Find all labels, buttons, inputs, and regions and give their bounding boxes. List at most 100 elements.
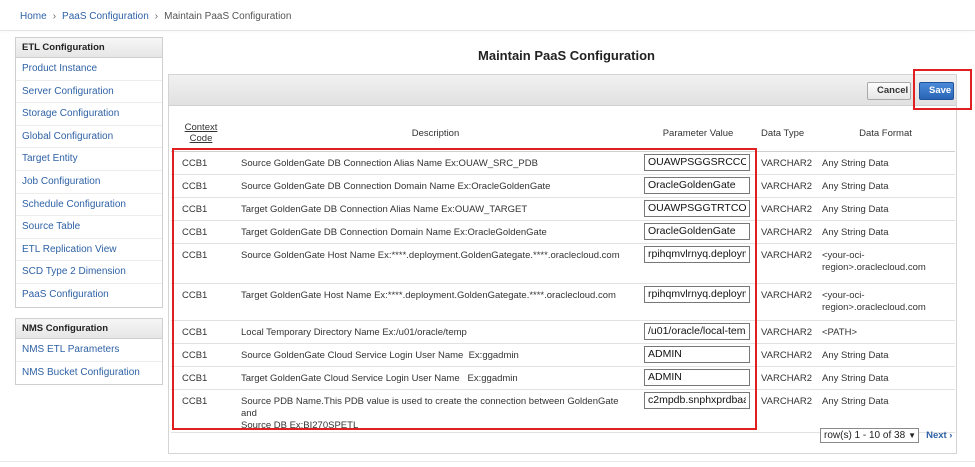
nms-configuration-panel: NMS Configuration NMS ETL Parameters NMS…	[15, 318, 163, 386]
save-button[interactable]: Save	[919, 82, 954, 100]
context-code-cell: CCB1	[171, 389, 231, 433]
data-format-cell: Any String Data	[816, 389, 955, 433]
parameter-value-input[interactable]	[644, 368, 750, 386]
sidebar-item-job-configuration[interactable]: Job Configuration	[16, 171, 162, 194]
sidebar-item-product-instance[interactable]: Product Instance	[16, 58, 162, 81]
column-header-data-format: Data Format	[816, 116, 955, 152]
table-row: CCB1 Source GoldenGate DB Connection Ali…	[171, 151, 955, 175]
sidebar-item-target-entity[interactable]: Target Entity	[16, 148, 162, 171]
data-type-cell: VARCHAR2	[756, 151, 816, 175]
sidebar-item-paas-configuration[interactable]: PaaS Configuration	[16, 284, 162, 307]
sidebar-item-storage-configuration[interactable]: Storage Configuration	[16, 103, 162, 126]
table-row: CCB1 Target GoldenGate DB Connection Ali…	[171, 197, 955, 221]
table-header-row: Context Code Description Parameter Value …	[171, 116, 955, 152]
context-code-cell: CCB1	[171, 197, 231, 221]
data-type-cell: VARCHAR2	[756, 343, 816, 367]
data-type-cell: VARCHAR2	[756, 197, 816, 221]
parameter-value-input[interactable]	[644, 322, 750, 340]
parameter-value-cell	[640, 389, 756, 433]
data-format-cell: Any String Data	[816, 220, 955, 244]
parameter-value-input[interactable]	[644, 391, 750, 409]
context-code-header-line1: Context	[184, 122, 218, 134]
parameters-table: Context Code Description Parameter Value …	[171, 116, 955, 433]
parameter-value-cell	[640, 243, 756, 284]
sidebar-item-schedule-configuration[interactable]: Schedule Configuration	[16, 194, 162, 217]
row-range-select[interactable]: row(s) 1 - 10 of 38 ▼	[820, 428, 920, 443]
breadcrumb-home[interactable]: Home	[20, 11, 47, 22]
breadcrumb-separator: ›	[52, 11, 57, 22]
description-cell: Local Temporary Directory Name Ex:/u01/o…	[231, 320, 640, 344]
table-row: CCB1 Target GoldenGate Host Name Ex:****…	[171, 283, 955, 321]
context-code-cell: CCB1	[171, 366, 231, 390]
data-format-cell: Any String Data	[816, 197, 955, 221]
sidebar-item-server-configuration[interactable]: Server Configuration	[16, 81, 162, 104]
data-format-line2: region>.oraclecloud.com	[822, 301, 926, 313]
parameter-value-input[interactable]	[644, 199, 750, 217]
table-row: CCB1 Source GoldenGate Host Name Ex:****…	[171, 243, 955, 284]
context-code-header-line2: Code	[189, 133, 213, 145]
column-header-parameter-value: Parameter Value	[640, 116, 756, 152]
parameter-value-cell	[640, 343, 756, 367]
context-code-cell: CCB1	[171, 151, 231, 175]
context-code-cell: CCB1	[171, 343, 231, 367]
data-type-cell: VARCHAR2	[756, 320, 816, 344]
data-format-cell: Any String Data	[816, 343, 955, 367]
data-type-cell: VARCHAR2	[756, 389, 816, 433]
context-code-cell: CCB1	[171, 320, 231, 344]
data-type-cell: VARCHAR2	[756, 243, 816, 284]
parameter-value-input[interactable]	[644, 345, 750, 363]
description-line1: Source PDB Name.This PDB value is used t…	[241, 395, 619, 419]
parameter-value-input[interactable]	[644, 153, 750, 171]
breadcrumb: Home › PaaS Configuration › Maintain PaaS Co…	[20, 11, 291, 22]
row-range-label: row(s) 1 - 10 of 38	[824, 430, 906, 441]
parameter-value-input[interactable]	[644, 176, 750, 194]
sidebar-item-source-table[interactable]: Source Table	[16, 216, 162, 239]
table-row: CCB1 Source PDB Name.This PDB value is u…	[171, 389, 955, 433]
table-row: CCB1 Target GoldenGate Cloud Service Log…	[171, 366, 955, 390]
description-cell: Target GoldenGate Host Name Ex:****.depl…	[231, 283, 640, 321]
data-format-cell: Any String Data	[816, 151, 955, 175]
breadcrumb-paas-configuration[interactable]: PaaS Configuration	[62, 11, 149, 22]
breadcrumb-current: Maintain PaaS Configuration	[164, 11, 292, 22]
data-format-line1: <your-oci-	[822, 249, 865, 261]
column-header-data-type: Data Type	[756, 116, 816, 152]
cancel-button[interactable]: Cancel	[867, 82, 911, 100]
data-format-cell: Any String Data	[816, 366, 955, 390]
table-row: CCB1 Target GoldenGate DB Connection Dom…	[171, 220, 955, 244]
data-format-cell: <your-oci-region>.oraclecloud.com	[816, 283, 955, 321]
description-cell: Target GoldenGate DB Connection Alias Na…	[231, 197, 640, 221]
sidebar-item-nms-etl-parameters[interactable]: NMS ETL Parameters	[16, 339, 162, 362]
page-title: Maintain PaaS Configuration	[478, 48, 655, 63]
data-type-cell: VARCHAR2	[756, 283, 816, 321]
data-type-cell: VARCHAR2	[756, 220, 816, 244]
region-toolbar: Cancel Save	[169, 75, 956, 106]
description-cell: Source GoldenGate Cloud Service Login Us…	[231, 343, 640, 367]
parameter-value-cell	[640, 283, 756, 321]
parameter-value-cell	[640, 197, 756, 221]
parameter-value-input[interactable]	[644, 285, 750, 303]
nms-configuration-header: NMS Configuration	[16, 319, 162, 339]
sidebar-item-global-configuration[interactable]: Global Configuration	[16, 126, 162, 149]
column-header-context-code[interactable]: Context Code	[171, 116, 231, 152]
sidebar-item-etl-replication-view[interactable]: ETL Replication View	[16, 239, 162, 262]
description-cell: Source GoldenGate DB Connection Alias Na…	[231, 151, 640, 175]
next-page-link[interactable]: Next ›	[926, 430, 952, 441]
pagination: row(s) 1 - 10 of 38 ▼ Next ›	[820, 428, 952, 443]
etl-configuration-header: ETL Configuration	[16, 38, 162, 58]
footer-divider	[0, 461, 975, 462]
data-format-cell: Any String Data	[816, 174, 955, 198]
parameter-value-cell	[640, 320, 756, 344]
breadcrumb-divider	[0, 30, 975, 31]
parameter-value-cell	[640, 151, 756, 175]
sidebar-item-nms-bucket-configuration[interactable]: NMS Bucket Configuration	[16, 362, 162, 385]
chevron-down-icon: ▼	[908, 431, 917, 440]
parameter-value-cell	[640, 366, 756, 390]
data-type-cell: VARCHAR2	[756, 174, 816, 198]
data-format-line1: <your-oci-	[822, 289, 865, 301]
parameter-value-input[interactable]	[644, 245, 750, 263]
context-code-cell: CCB1	[171, 174, 231, 198]
description-cell: Target GoldenGate Cloud Service Login Us…	[231, 366, 640, 390]
description-cell: Source GoldenGate DB Connection Domain N…	[231, 174, 640, 198]
sidebar-item-scd-type-2-dimension[interactable]: SCD Type 2 Dimension	[16, 261, 162, 284]
parameter-value-input[interactable]	[644, 222, 750, 240]
